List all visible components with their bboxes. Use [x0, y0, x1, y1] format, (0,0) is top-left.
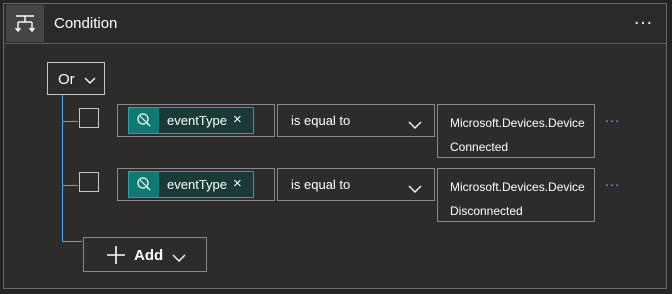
remove-token-button[interactable]: × [233, 175, 242, 192]
row-value-field[interactable]: Microsoft.Devices.DeviceConnected [437, 104, 595, 158]
chevron-down-icon [408, 116, 422, 134]
dynamic-content-token[interactable]: eventType × [128, 171, 254, 198]
add-connector-line [62, 241, 82, 242]
comparison-operator-label: is equal to [291, 177, 351, 192]
remove-token-button[interactable]: × [233, 111, 242, 128]
event-grid-icon [129, 108, 159, 133]
token-label: eventType [167, 113, 227, 128]
card-title: Condition [54, 15, 118, 32]
group-connector-line [62, 95, 63, 241]
condition-icon [6, 5, 44, 42]
event-grid-icon [129, 172, 159, 197]
row-select-checkbox[interactable] [79, 108, 99, 128]
group-operator-label: Or [58, 71, 75, 88]
comparison-operator-dropdown[interactable]: is equal to [277, 104, 435, 137]
row-connector-line [62, 185, 78, 186]
card-more-button[interactable]: … [633, 7, 654, 30]
comparison-operator-dropdown[interactable]: is equal to [277, 168, 435, 201]
add-label: Add [134, 247, 164, 264]
condition-card: Condition … Or eventType × is equal to M… [3, 3, 667, 289]
plus-icon [106, 245, 126, 270]
row-left-operand[interactable]: eventType × [117, 168, 275, 201]
row-more-button[interactable]: … [604, 173, 621, 191]
chevron-down-icon [172, 249, 186, 267]
row-connector-line [62, 121, 78, 122]
group-operator-dropdown[interactable]: Or [47, 62, 105, 95]
row-value-field[interactable]: Microsoft.Devices.DeviceDisconnected [437, 168, 595, 222]
dynamic-content-token[interactable]: eventType × [128, 107, 254, 134]
add-condition-button[interactable]: Add [83, 237, 207, 272]
row-left-operand[interactable]: eventType × [117, 104, 275, 137]
comparison-operator-label: is equal to [291, 113, 351, 128]
row-more-button[interactable]: … [604, 109, 621, 127]
token-label: eventType [167, 177, 227, 192]
card-header[interactable]: Condition … [4, 4, 666, 44]
chevron-down-icon [408, 180, 422, 198]
chevron-down-icon [84, 72, 96, 90]
row-select-checkbox[interactable] [79, 172, 99, 192]
